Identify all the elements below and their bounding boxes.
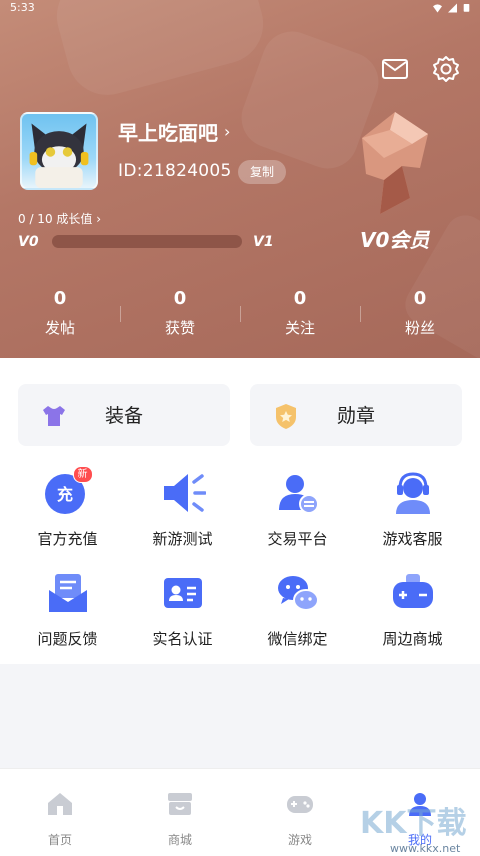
service-label: 游戏客服 [382, 530, 443, 548]
signal-icon [448, 3, 457, 12]
vip-level-label: V0会员 [360, 228, 430, 252]
service-new-game-test[interactable]: 新游测试 [125, 466, 240, 554]
service-label: 问题反馈 [37, 630, 98, 648]
medal-label: 勋章 [336, 405, 375, 427]
chevron-right-icon: › [96, 212, 102, 226]
user-id: ID:21824005 [118, 161, 232, 181]
service-label: 实名认证 [152, 630, 213, 648]
wechat-bind-icon [275, 570, 321, 616]
id-verify-icon [160, 570, 206, 616]
service-label: 交易平台 [267, 530, 328, 548]
avatar[interactable] [20, 112, 98, 190]
current-level-label: V0 [18, 234, 39, 250]
stat-value: 0 [53, 288, 67, 309]
stat-value: 0 [173, 288, 187, 309]
profile-header: 5:33 早上吃面吧 › ID:21824005 复制 0 / 10 成长值 ›… [0, 0, 480, 358]
service-id-verify[interactable]: 实名认证 [125, 566, 240, 654]
stat-label: 发帖 [44, 319, 75, 337]
stat-value: 0 [293, 288, 307, 309]
nav-label: 首页 [47, 833, 72, 847]
next-level-label: V1 [253, 234, 274, 250]
chevron-right-icon: › [224, 122, 231, 141]
service-label: 微信绑定 [267, 630, 328, 648]
gamepad-icon [287, 796, 313, 813]
service-merch-store[interactable]: 周边商城 [355, 566, 470, 654]
service-label: 官方充值 [37, 530, 98, 548]
feedback-icon [45, 570, 91, 616]
nav-home[interactable]: 首页 [0, 769, 120, 856]
new-badge: 新 [72, 466, 93, 483]
growth-value-link[interactable]: 0 / 10 成长值 › [18, 210, 101, 227]
status-time: 5:33 [10, 1, 35, 14]
wifi-icon [433, 3, 442, 13]
nav-label: 游戏 [287, 833, 312, 847]
mail-icon[interactable] [380, 54, 410, 84]
home-icon [48, 793, 72, 815]
service-label: 新游测试 [152, 530, 213, 548]
new-game-test-icon [160, 470, 207, 516]
equipment-card[interactable]: 装备 [18, 384, 230, 446]
service-wechat-bind[interactable]: 微信绑定 [240, 566, 355, 654]
status-bar: 5:33 [0, 0, 480, 16]
nav-label: 商城 [167, 833, 192, 847]
growth-value-text: 0 / 10 成长值 [18, 212, 93, 226]
service-trade-platform[interactable]: 交易平台 [240, 466, 355, 554]
stat-label: 关注 [284, 319, 315, 337]
medal-card[interactable]: 勋章 [250, 384, 462, 446]
cat-character-avatar-image [29, 123, 89, 188]
merch-store-icon [390, 570, 436, 616]
watermark-url: www.kkx.net [390, 842, 461, 855]
battery-icon [463, 4, 470, 12]
equipment-label: 装备 [104, 405, 143, 427]
services-grid: 充 新 官方充值 新游测试 交易平台 游戏客服 问题反馈 实名认证 微信绑定 周… [10, 466, 470, 654]
watermark: KK下载 www.kkx.net [360, 798, 480, 856]
stat-value: 0 [413, 288, 427, 309]
nav-store[interactable]: 商城 [120, 769, 240, 856]
stats-row: 0 发帖 0 获赞 0 关注 0 粉丝 [0, 286, 480, 346]
growth-progress-bar [52, 235, 242, 248]
copy-id-button[interactable]: 复制 [238, 160, 286, 184]
service-official-recharge[interactable]: 充 新 官方充值 [10, 466, 125, 554]
stat-likes[interactable]: 0 获赞 [120, 286, 240, 346]
customer-service-icon [390, 470, 436, 516]
stat-label: 粉丝 [404, 319, 435, 337]
service-feedback[interactable]: 问题反馈 [10, 566, 125, 654]
recharge-glyph: 充 [56, 485, 72, 504]
stat-posts[interactable]: 0 发帖 [0, 286, 120, 346]
username-text: 早上吃面吧 [118, 121, 218, 145]
watermark-logo-text: KK下载 [360, 806, 467, 841]
stat-following[interactable]: 0 关注 [240, 286, 360, 346]
stat-label: 获赞 [164, 319, 195, 337]
store-icon [168, 793, 192, 815]
username[interactable]: 早上吃面吧 › [118, 117, 230, 146]
service-label: 周边商城 [382, 630, 443, 648]
recharge-icon: 充 新 [44, 466, 93, 516]
main-content: 装备 勋章 充 新 官方充值 新游测试 交易平台 游戏客服 问题反馈 实名认证 … [0, 358, 480, 664]
trade-platform-icon [275, 470, 321, 516]
nav-games[interactable]: 游戏 [240, 769, 360, 856]
stat-followers[interactable]: 0 粉丝 [360, 286, 480, 346]
vip-badge-icon[interactable] [350, 108, 440, 218]
service-customer-service[interactable]: 游戏客服 [355, 466, 470, 554]
settings-gear-icon[interactable] [431, 54, 461, 84]
